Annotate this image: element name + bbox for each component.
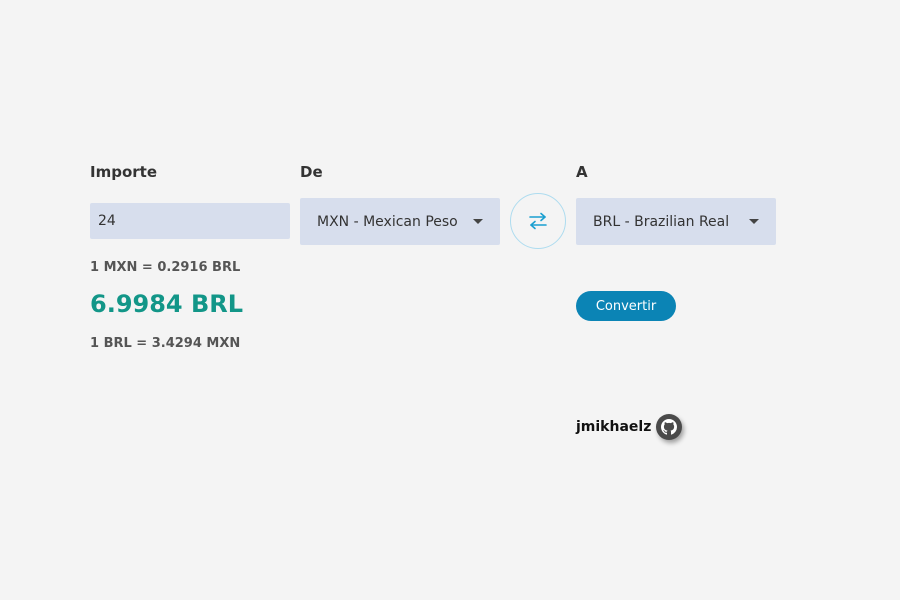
from-currency-label: De <box>300 163 323 181</box>
from-currency-select[interactable]: MXN - Mexican Peso <box>300 198 500 245</box>
author-name: jmikhaelz <box>576 419 652 435</box>
swap-arrows-icon <box>529 212 547 230</box>
github-icon <box>656 414 683 440</box>
forward-rate-text: 1 MXN = 0.2916 BRL <box>90 260 241 275</box>
amount-label: Importe <box>90 163 157 181</box>
conversion-result: 6.9984 BRL <box>90 290 244 318</box>
to-currency-select[interactable]: BRL - Brazilian Real <box>576 198 776 245</box>
inverse-rate-text: 1 BRL = 3.4294 MXN <box>90 336 241 351</box>
swap-currencies-button[interactable] <box>510 193 566 249</box>
from-currency-value: MXN - Mexican Peso <box>317 213 458 230</box>
amount-input[interactable] <box>90 203 290 239</box>
to-currency-value: BRL - Brazilian Real <box>593 213 730 230</box>
to-currency-label: A <box>576 163 588 181</box>
author-link[interactable]: jmikhaelz <box>576 414 683 440</box>
convert-button[interactable]: Convertir <box>576 291 676 321</box>
chevron-down-icon <box>473 219 483 224</box>
chevron-down-icon <box>749 219 759 224</box>
